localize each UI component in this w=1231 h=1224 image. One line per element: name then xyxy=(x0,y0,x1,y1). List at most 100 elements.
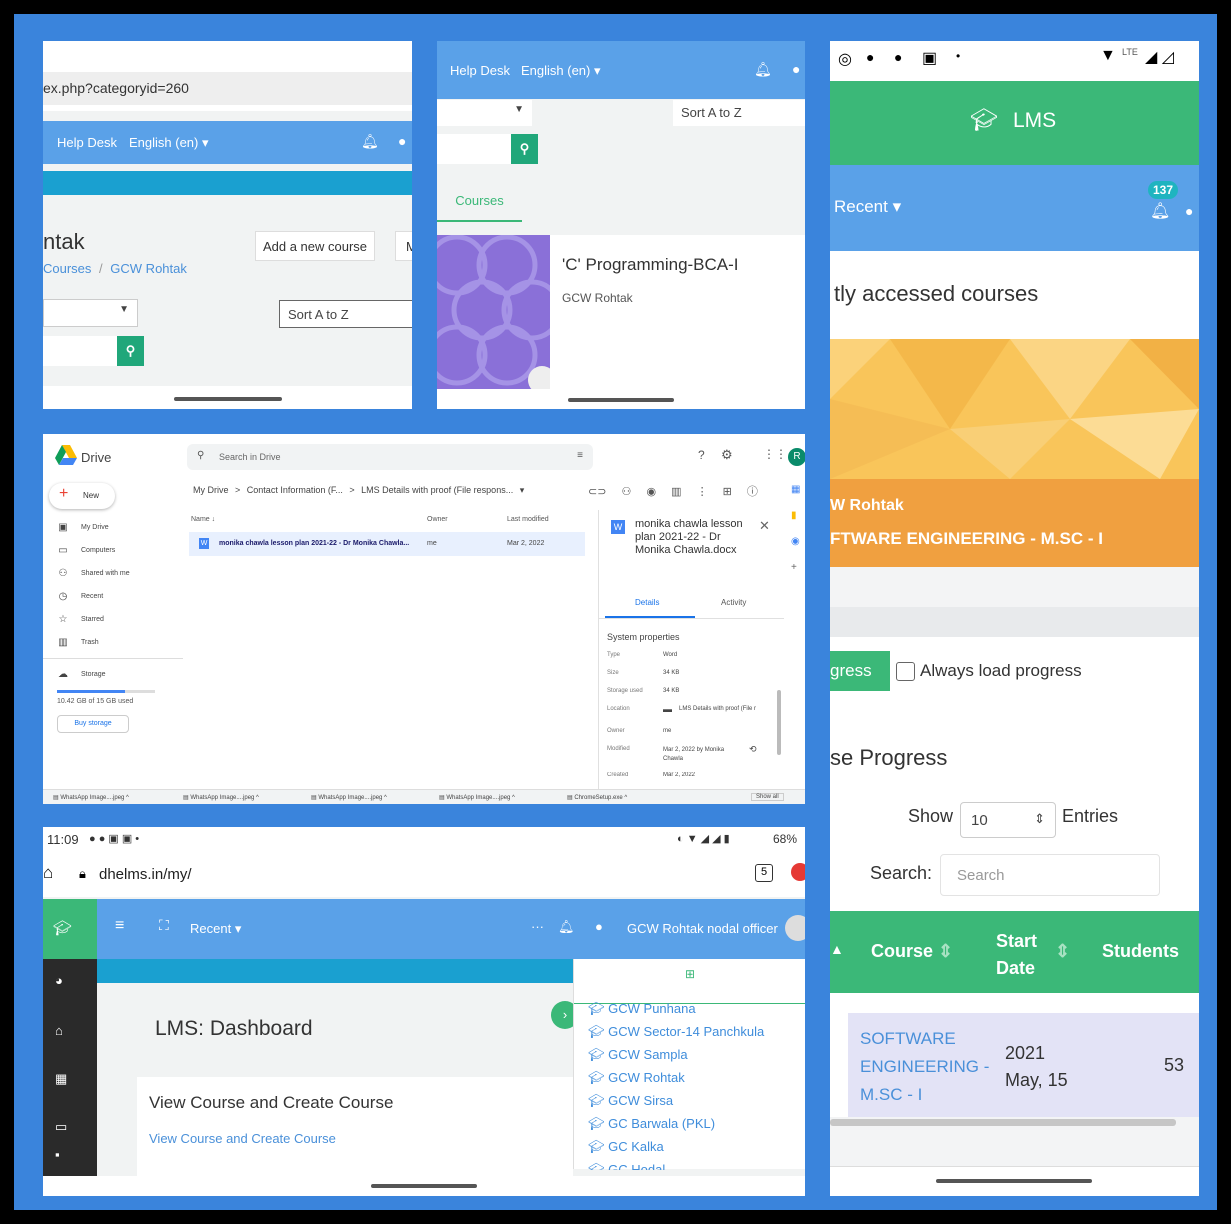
tasks-icon[interactable]: ◉ xyxy=(791,536,805,562)
crumb-contact[interactable]: Contact Information (F... xyxy=(247,485,343,495)
college-item[interactable]: 🎓︎ GCW Sampla xyxy=(574,1043,805,1066)
search-input[interactable] xyxy=(437,134,511,164)
breadcrumb-current[interactable]: GCW Rohtak xyxy=(110,261,187,276)
download-item[interactable]: ▤ WhatsApp Image....jpeg ^ xyxy=(439,794,515,801)
table-search-input[interactable]: Search xyxy=(940,854,1160,896)
tab-courses[interactable]: Courses xyxy=(437,186,522,222)
new-button[interactable]: + New xyxy=(49,483,115,509)
col-owner[interactable]: Owner xyxy=(427,516,448,523)
logo-block[interactable]: 🎓︎ xyxy=(43,899,97,959)
delete-icon[interactable]: ▥ xyxy=(671,486,681,498)
sidebar-item-trash[interactable]: ▥ Trash xyxy=(43,631,183,654)
language-menu[interactable]: English (en) ▾ xyxy=(129,135,209,151)
col-students[interactable]: Students xyxy=(1102,941,1179,962)
drive-search-input[interactable]: ⚲ Search in Drive ≡ xyxy=(187,444,593,470)
home-icon[interactable]: ⌂ xyxy=(55,1023,63,1038)
search-button[interactable]: ⚲ xyxy=(117,336,144,366)
college-item[interactable]: 🎓︎ GC Barwala (PKL) xyxy=(574,1112,805,1135)
keep-icon[interactable]: ▮ xyxy=(791,510,805,536)
recent-menu[interactable]: Recent ▾ xyxy=(190,921,241,937)
buy-storage-button[interactable]: Buy storage xyxy=(57,715,129,733)
search-button[interactable]: ⚲ xyxy=(511,134,538,164)
history-icon[interactable]: ⟲ xyxy=(749,744,757,755)
chat-icon[interactable]: ● xyxy=(1185,203,1193,219)
category-select[interactable]: ▼ xyxy=(43,299,138,327)
download-item[interactable]: ▤ WhatsApp Image....jpeg ^ xyxy=(183,794,259,801)
extension-icon[interactable] xyxy=(791,863,805,881)
college-item[interactable]: 🎓︎ GC Kalka xyxy=(574,1135,805,1158)
card-link[interactable]: View Course and Create Course xyxy=(149,1131,336,1146)
horizontal-scrollbar[interactable] xyxy=(830,1119,1176,1126)
course-card[interactable]: 'C' Programming-BCA-I GCW Rohtak xyxy=(437,235,805,395)
bell-icon[interactable]: 🔔︎ xyxy=(361,133,379,150)
add-course-button[interactable]: Add a new course xyxy=(255,231,375,261)
col-course[interactable]: Course xyxy=(871,941,933,962)
chevron-down-icon[interactable]: ▾ xyxy=(520,485,525,495)
chat-icon[interactable]: ● xyxy=(595,919,603,934)
sort-icon[interactable]: ⇕ xyxy=(938,941,953,962)
crumb-my-drive[interactable]: My Drive xyxy=(193,485,229,495)
url-text[interactable]: dhelms.in/my/ xyxy=(99,866,192,883)
info-icon[interactable]: ⓘ xyxy=(747,486,758,498)
college-item[interactable]: 🎓︎ GCW Sirsa xyxy=(574,1089,805,1112)
table-row[interactable]: SOFTWARE ENGINEERING - M.SC - I 2021 May… xyxy=(830,1013,1199,1117)
folder-icon[interactable]: ▪ xyxy=(55,1147,60,1162)
breadcrumb-courses[interactable]: Courses xyxy=(43,261,91,276)
download-item[interactable]: ▤ WhatsApp Image....jpeg ^ xyxy=(311,794,387,801)
sidebar-item-computers[interactable]: ▭ Computers xyxy=(43,539,183,562)
category-select[interactable]: ▼ xyxy=(437,100,532,126)
tab-activity[interactable]: Activity xyxy=(721,598,746,607)
apps-grid-icon[interactable]: ⋮⋮ xyxy=(763,447,787,461)
close-icon[interactable]: ✕ xyxy=(759,518,770,534)
entries-select[interactable]: 10 ⇕ xyxy=(960,802,1056,838)
address-bar[interactable]: ex.php?categoryid=260 xyxy=(43,72,412,105)
load-progress-button[interactable]: gress xyxy=(830,651,890,691)
course-title[interactable]: 'C' Programming-BCA-I xyxy=(562,255,739,275)
sidebar-item-starred[interactable]: ☆ Starred xyxy=(43,608,183,631)
chat-icon[interactable]: ● xyxy=(792,61,800,77)
bell-icon[interactable]: 🔔︎ xyxy=(754,61,772,78)
grid-view-icon[interactable]: ⊞ xyxy=(723,486,732,498)
col-modified[interactable]: Last modified xyxy=(507,516,549,523)
file-row[interactable]: W monika chawla lesson plan 2021-22 - Dr… xyxy=(189,532,585,556)
row-course-link[interactable]: SOFTWARE ENGINEERING - M.SC - I xyxy=(860,1025,990,1109)
show-all-button[interactable]: Show all xyxy=(751,793,784,801)
bell-icon[interactable]: 🔔︎ xyxy=(1150,201,1170,221)
download-item[interactable]: ▤ ChromeSetup.exe ^ xyxy=(567,794,627,801)
crumb-lms[interactable]: LMS Details with proof (File respons... xyxy=(361,485,513,495)
help-icon[interactable]: ? xyxy=(698,448,705,462)
sort-select[interactable]: Sort A to Z xyxy=(279,300,412,328)
sort-select[interactable]: Sort A to Z xyxy=(673,100,805,126)
college-item[interactable]: 🎓︎ GCW Punhana xyxy=(574,997,805,1020)
prop-value[interactable]: LMS Details with proof (File r xyxy=(679,706,756,712)
sidebar-item-shared[interactable]: ⚇ Shared with me xyxy=(43,562,183,585)
course-card-footer[interactable]: W Rohtak FTWARE ENGINEERING - M.SC - I xyxy=(830,479,1199,567)
help-desk-link[interactable]: Help Desk xyxy=(450,63,510,78)
recent-menu[interactable]: Recent ▾ xyxy=(834,197,901,217)
menu-icon[interactable]: ≡ xyxy=(115,917,124,935)
sidebar-item-storage[interactable]: ☁ Storage xyxy=(43,663,183,686)
avatar[interactable]: R xyxy=(788,448,805,466)
bell-icon[interactable]: 🔔︎ xyxy=(558,919,575,935)
language-menu[interactable]: English (en) ▾ xyxy=(521,63,601,79)
tab-count[interactable]: 5 xyxy=(755,864,773,882)
col-name[interactable]: Name ↓ xyxy=(191,516,215,523)
calendar-icon[interactable]: ▦ xyxy=(55,1071,67,1087)
sort-icon[interactable]: ⇕ xyxy=(1055,941,1070,962)
tab-details[interactable]: Details xyxy=(635,598,659,607)
details-scrollbar[interactable] xyxy=(777,690,781,755)
more-button[interactable]: M xyxy=(395,231,412,261)
user-name[interactable]: GCW Rohtak nodal officer xyxy=(627,921,778,936)
col-start-date[interactable]: Start Date xyxy=(996,928,1046,982)
search-input[interactable] xyxy=(43,336,117,366)
grid-icon[interactable]: ⊞ xyxy=(574,967,805,981)
college-item[interactable]: 🎓︎ GC Hodal xyxy=(574,1158,805,1170)
calendar-icon[interactable]: ▦ xyxy=(791,484,805,510)
sidebar-item-my-drive[interactable]: ▣ My Drive xyxy=(43,516,183,539)
file-icon[interactable]: ▭ xyxy=(55,1119,67,1135)
link-icon[interactable]: ⊂⊃ xyxy=(588,486,606,498)
fullscreen-icon[interactable]: ⛶ xyxy=(159,917,169,934)
filter-icon[interactable]: ≡ xyxy=(577,450,583,461)
sidebar-item-recent[interactable]: ◷ Recent xyxy=(43,585,183,608)
home-icon[interactable]: ⌂ xyxy=(43,863,53,883)
